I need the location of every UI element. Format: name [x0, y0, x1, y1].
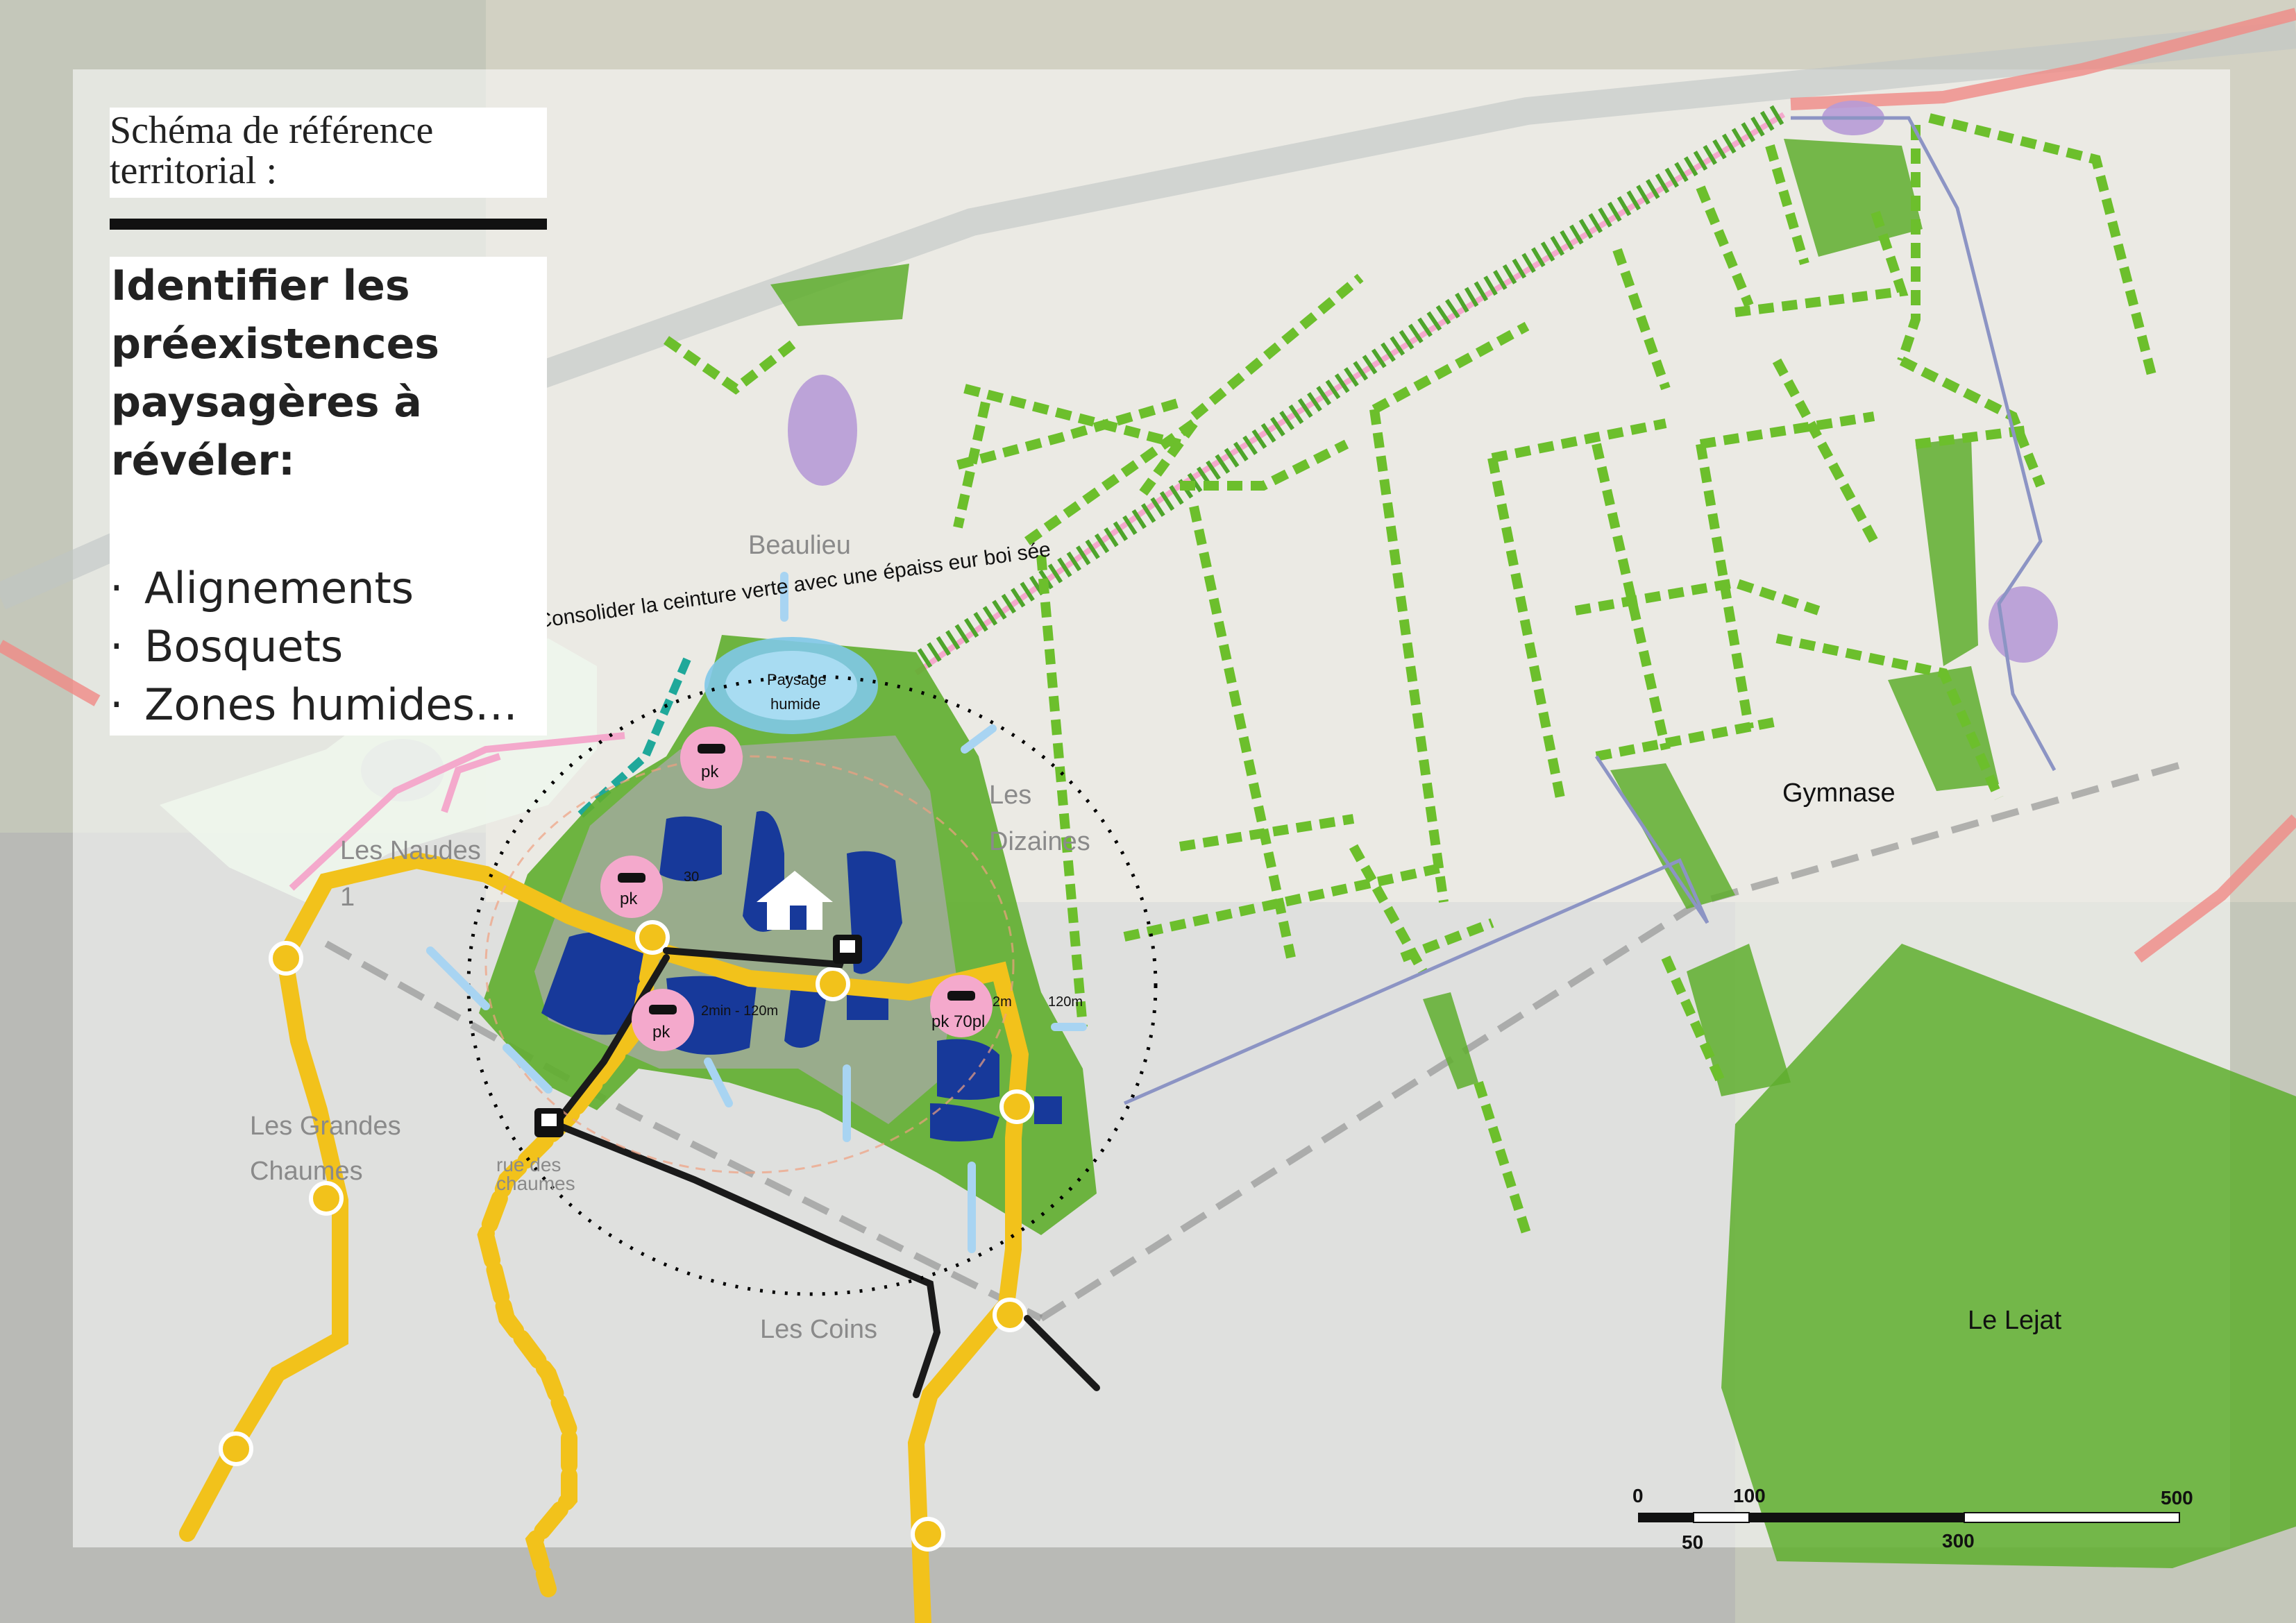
label-les-nauds-2: 1 — [340, 883, 355, 912]
wet-zone-2 — [1989, 586, 2058, 663]
label-pk-2: pk — [620, 890, 638, 908]
bullet-list: · Alignements · Bosquets · Zones humides… — [110, 559, 547, 734]
legend-panel: Identifier les préexistences paysagères … — [110, 257, 547, 736]
bullet-mark: · — [110, 563, 124, 613]
label-les-dizaines-2: Dizaines — [989, 827, 1090, 856]
label-pk-3: pk — [652, 1023, 670, 1042]
scale-tick-300: 300 — [1942, 1530, 1975, 1552]
label-paysage-2: humide — [770, 695, 820, 713]
scale-tick-100: 100 — [1733, 1485, 1766, 1506]
wet-zone-1 — [788, 375, 857, 486]
bullet-text: Alignements — [144, 563, 414, 613]
label-time-4: 30 — [684, 869, 699, 885]
bullet-text: Zones humides… — [144, 679, 518, 730]
bullet-text: Bosquets — [144, 621, 344, 672]
bullet-mark: · — [110, 621, 124, 672]
panel-subtitle-3: paysagères à — [111, 378, 422, 427]
label-pk70: pk 70pl — [931, 1012, 985, 1031]
label-les-grandes-2: Chaumes — [250, 1157, 363, 1186]
panel-divider — [110, 219, 547, 230]
label-les-coins: Les Coins — [760, 1315, 877, 1344]
panel-subtitle-2: préexistences — [111, 320, 439, 368]
bullet-mark: · — [110, 679, 124, 730]
label-pk-1: pk — [701, 763, 719, 781]
label-time-2: 2m — [993, 994, 1012, 1010]
label-time-1: 2min - 120m — [701, 1003, 778, 1019]
scale-tick-50: 50 — [1682, 1531, 1703, 1553]
label-les-dizaines-1: Les — [989, 781, 1031, 810]
label-les-nauds-1: Les Naudes — [340, 836, 481, 865]
label-rue-2: chaumes — [496, 1173, 575, 1194]
scale-tick-500: 500 — [2161, 1487, 2193, 1509]
panel-subtitle-1: Identifier les — [111, 262, 410, 310]
scale-bar — [1638, 1512, 2180, 1523]
label-les-grandes-1: Les Grandes — [250, 1112, 401, 1141]
panel-title-line-2: territorial : — [110, 149, 278, 192]
panel-title: Schéma de référence territorial : — [110, 108, 547, 198]
label-time-3: 120m — [1048, 994, 1083, 1010]
panel-subtitle-4: révéler: — [111, 436, 295, 485]
scale-tick-0: 0 — [1632, 1485, 1644, 1506]
label-beaulieu: Beaulieu — [748, 531, 851, 560]
title-panel: Schéma de référence territorial : — [110, 108, 547, 198]
label-le-lejat: Le Lejat — [1968, 1306, 2062, 1335]
bullet-item: · Alignements — [110, 559, 547, 618]
site-map: Beaulieu Les Dizaines Gymnase Le Lejat L… — [0, 0, 2296, 1623]
bullet-item: · Zones humides… — [110, 676, 547, 734]
label-paysage-1: Paysage — [767, 671, 827, 688]
panel-title-line-1: Schéma de référence — [110, 109, 434, 152]
bullet-item: · Bosquets — [110, 618, 547, 676]
label-gymnase: Gymnase — [1782, 779, 1896, 808]
